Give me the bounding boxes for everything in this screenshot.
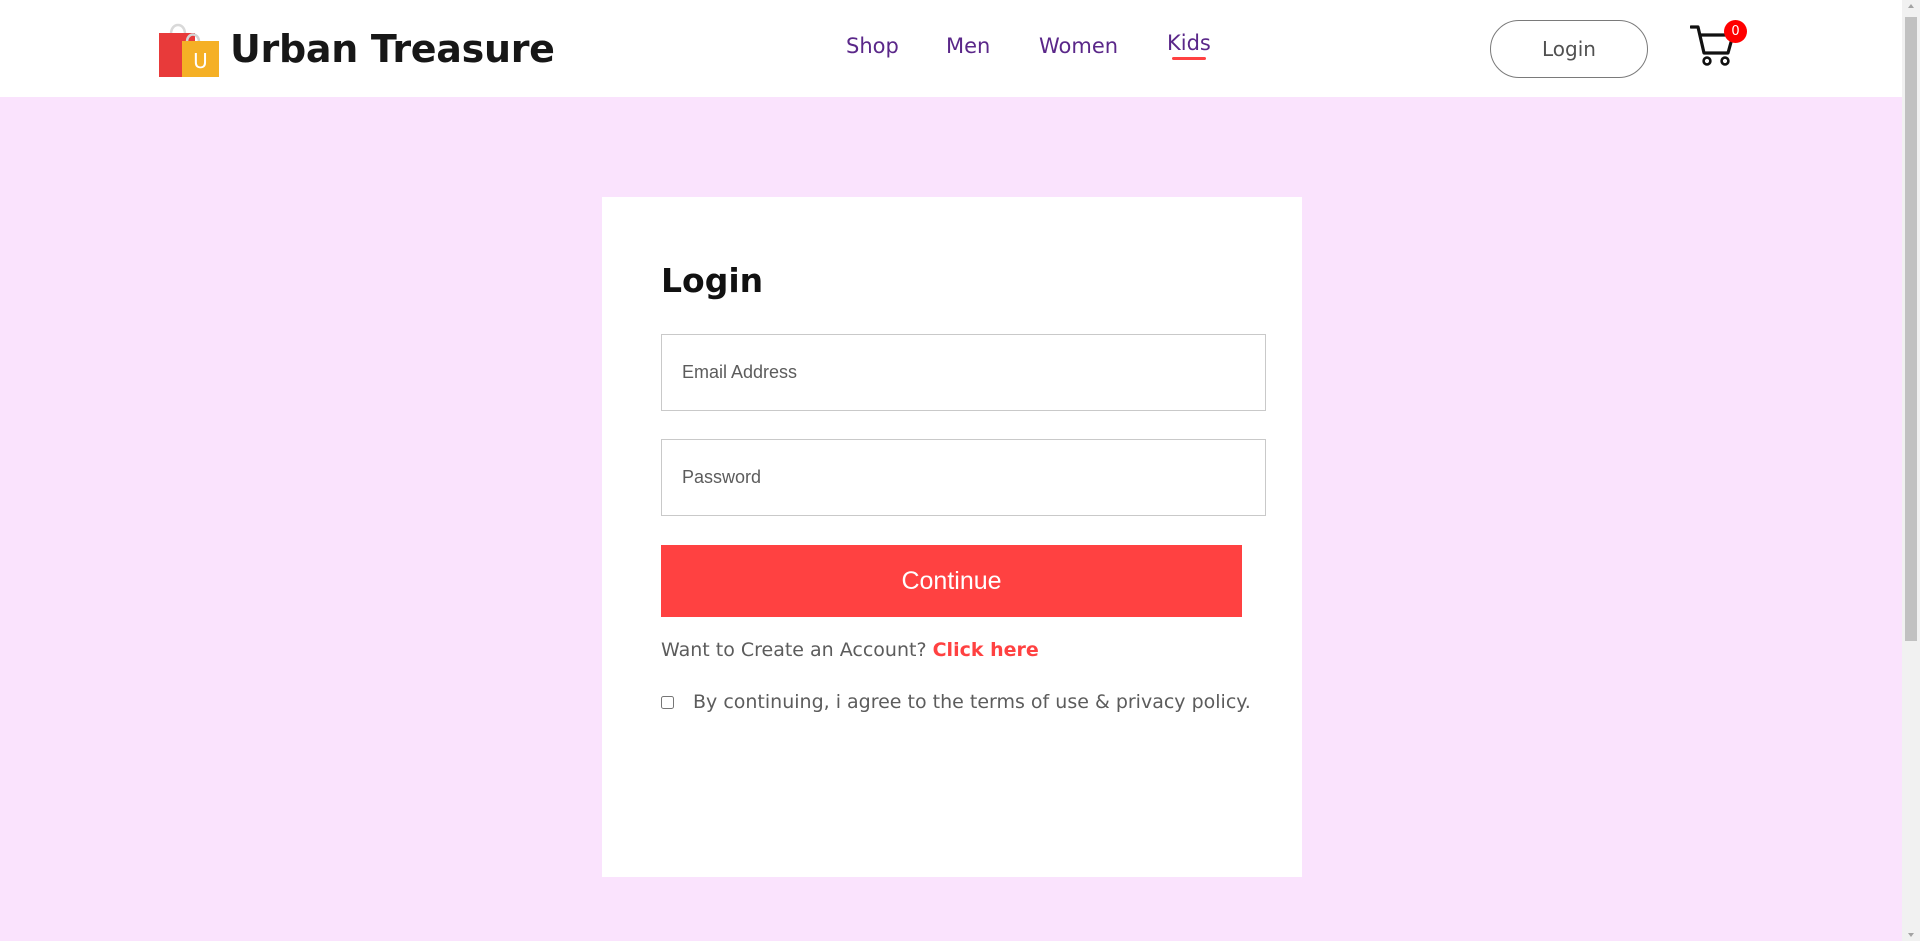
terms-checkbox[interactable]	[661, 695, 674, 709]
shopping-bags-icon: U	[158, 20, 220, 78]
nav-item-women[interactable]: Women	[1039, 34, 1118, 58]
continue-button[interactable]: Continue	[661, 545, 1242, 617]
signup-prompt: Want to Create an Account? Click here	[661, 639, 1039, 661]
password-field[interactable]	[661, 439, 1266, 516]
nav-item-shop[interactable]: Shop	[846, 34, 899, 58]
navbar: U Urban Treasure Shop Men Women Kids Log…	[0, 0, 1902, 97]
scroll-up-icon[interactable]	[1908, 4, 1914, 8]
active-nav-underline	[1171, 57, 1206, 60]
terms-agreement: By continuing, i agree to the terms of u…	[661, 691, 1251, 713]
signup-link[interactable]: Click here	[933, 639, 1039, 661]
cart-count-badge: 0	[1724, 20, 1747, 43]
nav-item-kids[interactable]: Kids	[1167, 31, 1211, 60]
login-card: Login Continue Want to Create an Account…	[602, 197, 1302, 877]
brand-name: Urban Treasure	[230, 27, 555, 71]
nav-item-men[interactable]: Men	[946, 34, 990, 58]
vertical-scrollbar[interactable]	[1902, 0, 1920, 941]
header-login-button[interactable]: Login	[1490, 20, 1648, 78]
signup-prompt-text: Want to Create an Account?	[661, 639, 927, 661]
logo-letter: U	[193, 49, 208, 73]
terms-text: By continuing, i agree to the terms of u…	[693, 691, 1251, 713]
scrollbar-thumb[interactable]	[1905, 17, 1917, 641]
login-title: Login	[661, 261, 764, 300]
email-field[interactable]	[661, 334, 1266, 411]
brand-logo[interactable]: U Urban Treasure	[158, 20, 555, 78]
scroll-down-icon[interactable]	[1908, 933, 1914, 937]
nav-item-kids-label: Kids	[1167, 31, 1211, 55]
